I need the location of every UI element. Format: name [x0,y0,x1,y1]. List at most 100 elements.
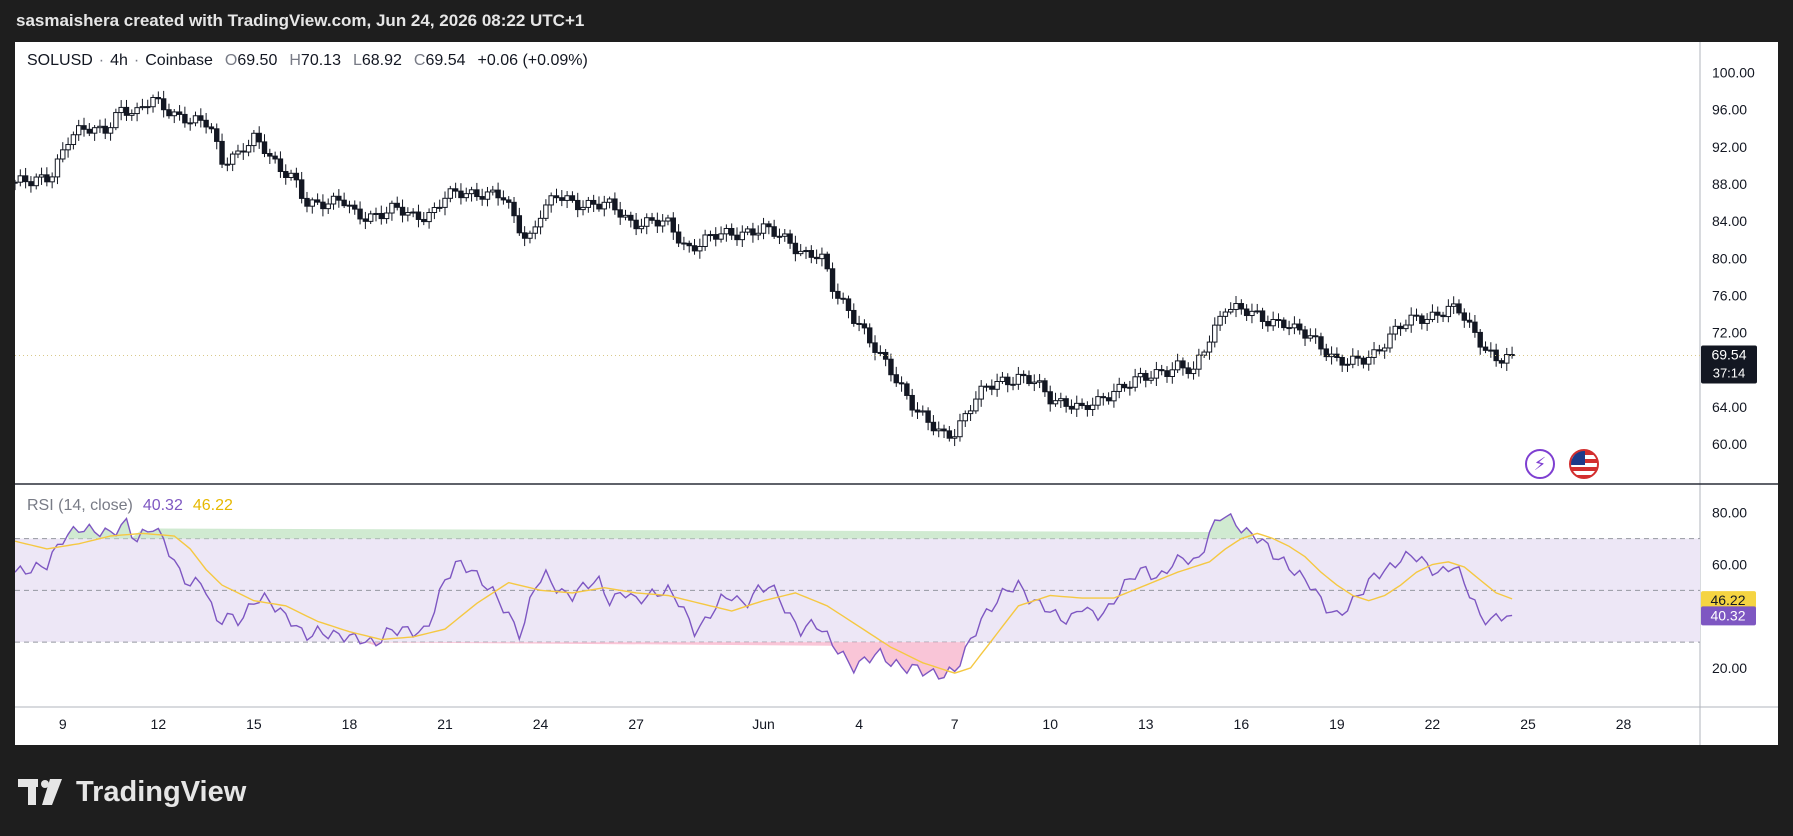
candle-down [877,351,884,354]
candle-down [458,190,464,199]
candle-up [1010,383,1016,386]
price-tick-label: 80.00 [1712,250,1747,266]
candle-up [235,150,241,155]
candle-up [978,385,984,400]
time-tick-label: 19 [1329,716,1345,732]
candle-down [500,197,507,201]
candle-up [1153,369,1160,379]
rsi-title[interactable]: RSI (14, close) [27,497,133,515]
candle-up [638,225,645,230]
candle-down [1440,314,1446,318]
candle-down [792,242,799,255]
candle-up [920,410,926,413]
candle-down [474,189,480,198]
candle-down [1259,310,1266,322]
candle-up [463,193,469,199]
candle-up [1116,383,1122,392]
candle-down [888,358,894,376]
time-tick-label: 21 [437,716,453,732]
candle-up [150,96,156,108]
lightning-icon[interactable]: ⚡ [1525,449,1555,479]
interval-label[interactable]: 4h [110,52,128,70]
time-tick-label: 7 [951,716,959,732]
high-label: H [289,52,301,69]
candle-up [1137,372,1144,378]
candle-up [957,420,963,438]
candle-down [293,172,300,181]
candle-up [1031,381,1037,385]
candle-down [298,179,305,199]
candle-down [654,219,661,227]
candle-down [44,174,50,183]
candle-down [633,219,639,230]
candle-down [1084,405,1091,410]
time-tick-label: 12 [151,716,167,732]
candle-up [1052,400,1059,405]
symbol-legend: SOLUSD · 4h · Coinbase O 69.50 H 70.13 L 68… [27,52,588,70]
candle-up [1254,310,1260,313]
time-tick-label: 9 [59,716,67,732]
candle-up [739,231,745,241]
candle-up [91,127,98,134]
candle-down [1397,325,1404,330]
candle-up [1424,318,1430,324]
candle-up [606,198,613,203]
candle-up [373,212,379,215]
candle-down [352,204,358,210]
candle-up [744,228,751,233]
candle-up [1169,369,1176,377]
candle-down [314,199,321,203]
candle-up [325,203,331,210]
candle-up [548,195,554,206]
candle-down [1243,308,1250,317]
candle-down [1435,311,1441,316]
candle-down [1472,321,1478,333]
tradingview-footer[interactable]: TradingView [18,772,246,812]
candle-up [665,217,671,222]
us-flag-icon[interactable] [1569,449,1599,479]
candle-down [516,215,523,234]
candle-up [60,149,66,160]
symbol-name[interactable]: SOLUSD [27,52,93,70]
candle-up [644,217,650,227]
candle-up [113,112,119,129]
candle-up [484,191,491,200]
candle-up [309,199,315,207]
candle-up [38,174,45,178]
candle-up [718,233,724,240]
candle-up [1111,390,1117,402]
candle-up [564,195,570,201]
candle-down [734,234,740,241]
rsi-ma-value: 46.22 [192,497,233,514]
candles [15,90,1515,447]
chart-panel[interactable]: 60.0064.0068.0072.0076.0080.0084.0088.00… [15,42,1778,745]
time-tick-label: 27 [628,716,644,732]
candle-down [861,323,868,329]
candle-down [1318,336,1324,350]
candle-down [813,256,820,260]
candle-down [681,242,687,245]
candle-down [1281,319,1287,329]
candle-down [1100,396,1106,399]
candle-down [898,382,905,385]
candle-up [383,212,390,220]
candle-down [569,195,576,201]
candle-down [867,327,873,344]
candle-up [447,188,454,199]
candle-up [17,175,24,183]
price-tick-label: 76.00 [1712,288,1747,304]
candle-down [86,128,93,134]
candle-up [936,428,942,432]
candle-up [1206,341,1213,353]
candle-down [214,128,220,142]
candle-up [1132,376,1138,388]
candle-up [389,202,395,214]
candle-down [219,140,225,165]
candle-down [1477,331,1483,348]
candle-up [97,125,103,129]
candle-up [797,250,804,255]
candle-down [362,218,369,222]
candle-up [65,144,71,151]
chart-canvas[interactable]: 60.0064.0068.0072.0076.0080.0084.0088.00… [15,42,1778,745]
candle-down [1180,360,1186,369]
